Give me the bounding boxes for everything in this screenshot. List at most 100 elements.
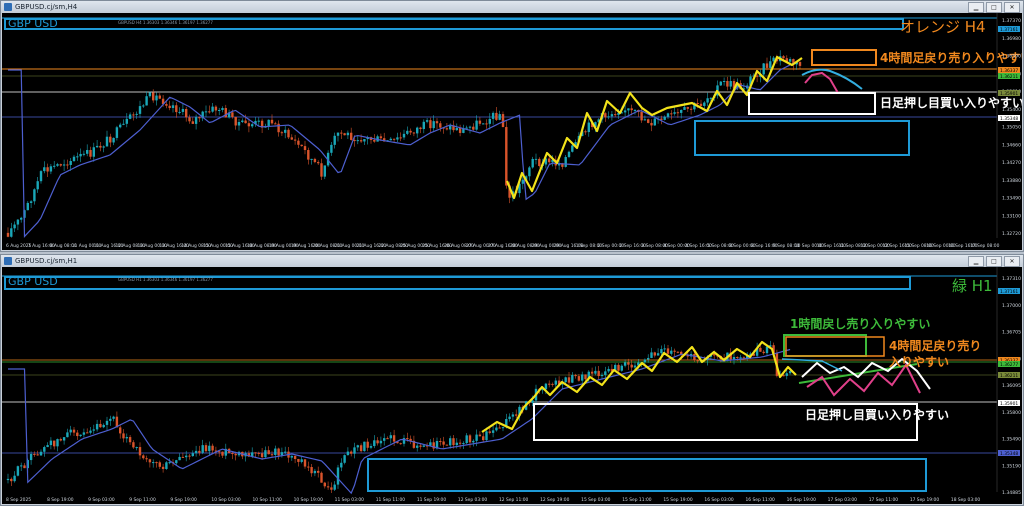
candle-body <box>478 120 482 124</box>
candle-body <box>782 56 785 59</box>
candle-body <box>72 156 76 162</box>
candle-body <box>62 437 66 441</box>
candle-body <box>198 450 201 453</box>
candle-body <box>13 475 16 482</box>
candle-body <box>653 352 656 356</box>
candle-body <box>36 454 39 456</box>
chart-area[interactable]: GBP USD GBPUSD H4 1.36303 1.36346 1.3619… <box>2 13 1022 250</box>
candle-body <box>303 459 307 467</box>
candle-body <box>39 171 43 182</box>
candle-body <box>498 427 501 429</box>
minimize-button[interactable]: ▁ <box>968 2 984 13</box>
window-titlebar[interactable]: GBPUSD.cj/sm,H1 ▁ □ ✕ <box>1 255 1023 267</box>
candle-body <box>152 92 155 101</box>
candle-body <box>703 102 706 106</box>
candle-body <box>346 132 350 136</box>
price-axis-label: 1.35490 <box>1002 437 1021 443</box>
candle-body <box>706 98 709 103</box>
minimize-button[interactable]: ▁ <box>968 256 984 267</box>
candle-body <box>82 432 86 435</box>
candle-body <box>148 92 152 97</box>
candle-body <box>554 380 557 385</box>
candle-body <box>158 95 161 99</box>
price-axis-label: 1.36980 <box>1002 36 1021 42</box>
candle-body <box>92 429 95 431</box>
candle-body <box>145 96 148 106</box>
chart-window-h4: GBPUSD.cj/sm,H4 ▁ □ ✕ GBP USD GBPUSD H4 … <box>0 0 1024 252</box>
candle-body <box>534 158 538 160</box>
candle-body <box>528 167 531 177</box>
maximize-button[interactable]: □ <box>986 2 1002 13</box>
candle-body <box>686 107 689 109</box>
candle-body <box>293 455 297 460</box>
candle-body <box>270 119 274 124</box>
close-button[interactable]: ✕ <box>1004 2 1020 13</box>
candle-body <box>188 455 191 457</box>
daily-buy-text: 日足押し目買い入りやすい <box>880 95 1022 110</box>
candle-body <box>389 435 392 439</box>
candle-body <box>406 438 409 440</box>
candle-body <box>59 439 62 441</box>
candle-body <box>20 465 23 467</box>
candle-body <box>307 150 310 160</box>
candle-body <box>317 162 320 164</box>
candle-body <box>548 383 551 385</box>
candle-body <box>666 113 670 117</box>
h4-sell-zone-box <box>785 336 885 357</box>
candle-body <box>508 416 511 420</box>
candle-body <box>699 103 703 106</box>
candle-body <box>33 453 36 455</box>
candle-body <box>567 377 571 383</box>
candle-body <box>53 440 56 447</box>
candle-body <box>713 354 716 356</box>
candle-body <box>23 465 26 469</box>
time-axis-label: 10 Sep 03:00 <box>211 497 241 503</box>
candle-body <box>498 114 501 120</box>
price-axis-label: 1.33880 <box>1002 178 1021 184</box>
chart-area[interactable]: GBP USD GBPUSD H1 1.36303 1.36346 1.3619… <box>2 267 1022 504</box>
h1-sell-text: 1時間戻し売り入りやすい <box>790 316 930 331</box>
candle-body <box>416 445 419 448</box>
candle-body <box>465 435 468 444</box>
candle-body <box>211 445 214 451</box>
window-titlebar[interactable]: GBPUSD.cj/sm,H4 ▁ □ ✕ <box>1 1 1023 13</box>
candle-body <box>623 362 627 366</box>
candle-body <box>683 107 686 110</box>
price-axis-label: 1.37310 <box>1002 276 1021 282</box>
candle-body <box>29 453 33 461</box>
candle-body <box>515 414 518 416</box>
candle-body <box>455 127 458 131</box>
candle-body <box>478 434 482 437</box>
candle-body <box>670 350 673 354</box>
close-button[interactable]: ✕ <box>1004 256 1020 267</box>
candle-body <box>119 427 122 434</box>
candle-body <box>72 429 76 433</box>
candle-body <box>419 445 422 447</box>
candle-body <box>95 423 99 430</box>
candle-body <box>531 158 534 168</box>
candle-body <box>178 456 181 461</box>
candle-body <box>208 445 211 452</box>
candle-body <box>284 129 287 133</box>
candle-body <box>320 472 323 483</box>
candle-body <box>43 167 46 172</box>
candle-body <box>43 447 46 452</box>
moving-average-line <box>8 348 791 495</box>
candle-body <box>475 120 478 130</box>
symbol-label: GBP USD <box>8 275 58 288</box>
candle-body <box>181 108 185 112</box>
candle-body <box>165 462 168 469</box>
maximize-button[interactable]: □ <box>986 256 1002 267</box>
candle-body <box>280 132 284 134</box>
time-axis-label: 10 Sep 11:00 <box>253 497 283 503</box>
candle-body <box>604 113 607 118</box>
candle-body <box>442 441 445 445</box>
candle-body <box>538 158 541 167</box>
candle-body <box>399 443 402 445</box>
candle-body <box>785 373 788 376</box>
candle-body <box>56 164 59 166</box>
candle-body <box>574 375 577 377</box>
candle-body <box>432 121 435 129</box>
candle-body <box>762 351 765 354</box>
candle-body <box>614 114 617 116</box>
